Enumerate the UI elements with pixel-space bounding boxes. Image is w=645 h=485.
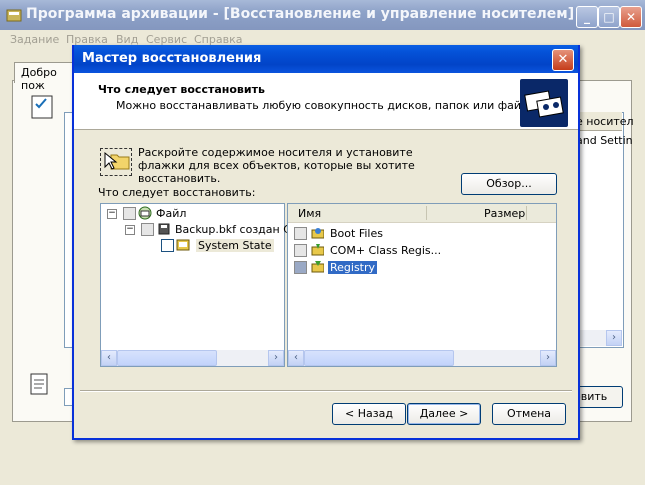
parent-title-bar: Программа архивации - [Восстановление и … [0, 0, 645, 30]
tree-hscrollbar[interactable]: ‹ › [101, 350, 284, 366]
restore-doc-icon [30, 373, 48, 395]
minimize-button[interactable]: _ [576, 6, 598, 28]
parent-column-header-text: е носител [576, 115, 634, 128]
list-item-label: COM+ Class Regis... [330, 244, 442, 257]
scroll-right-button[interactable]: › [540, 350, 556, 366]
backup-app-icon [6, 9, 22, 22]
column-separator[interactable] [526, 206, 527, 220]
parent-column-header: е носител [576, 112, 634, 131]
wizard-subheading: Можно восстанавливать любую совокупность… [116, 99, 545, 112]
list-item[interactable]: COM+ Class Regis... [288, 243, 548, 259]
list-item-label: Boot Files [330, 227, 383, 240]
parent-scrollbar[interactable]: › [576, 330, 622, 346]
tab-welcome[interactable]: Добро пож [14, 62, 76, 92]
column-name[interactable]: Имя [298, 207, 321, 220]
dialog-separator [80, 390, 572, 392]
parent-close-button[interactable]: ✕ [620, 6, 642, 28]
dialog-title-bar: Мастер восстановления ✕ [74, 45, 578, 73]
item-checkbox[interactable] [294, 244, 307, 257]
menu-job[interactable]: Задание [10, 33, 59, 46]
wizard-banner-icon [520, 79, 568, 127]
folder-pointer-icon [100, 148, 132, 176]
scroll-left-button[interactable]: ‹ [101, 350, 117, 366]
item-checkbox[interactable] [294, 227, 307, 240]
restore-tree[interactable]: − Файл − Backup.bkf создан С System Stat… [100, 203, 291, 367]
checklist-icon [31, 95, 53, 119]
parent-cell-text: and Settin [576, 134, 633, 147]
scroll-left-button[interactable]: ‹ [288, 350, 304, 366]
list-hscrollbar[interactable]: ‹ › [288, 350, 556, 366]
boot-files-icon [311, 228, 324, 239]
instructions-text: Раскройте содержимое носителя и установи… [138, 146, 415, 185]
list-header: Имя Размер [288, 204, 556, 223]
tree-item-label: Backup.bkf создан С [175, 223, 291, 236]
tab-welcome-label: Добро пож [21, 66, 57, 92]
scroll-thumb[interactable] [304, 350, 454, 366]
list-item[interactable]: Registry [288, 260, 548, 276]
cancel-button[interactable]: Отмена [492, 403, 566, 425]
dialog-title: Мастер восстановления [82, 51, 262, 66]
dialog-close-button[interactable]: ✕ [552, 49, 574, 71]
wizard-header: Что следует восстановить Можно восстанав… [74, 73, 578, 130]
restore-wizard-dialog: Мастер восстановления ✕ Что следует восс… [72, 45, 580, 440]
item-checkbox[interactable] [294, 261, 307, 274]
scroll-right-button[interactable]: › [268, 350, 284, 366]
collapse-icon[interactable]: − [107, 209, 117, 219]
collapse-icon[interactable]: − [125, 225, 135, 235]
restore-item-list[interactable]: Имя Размер Boot Files COM+ Class Regis..… [287, 203, 557, 367]
file-media-icon [138, 206, 152, 220]
system-state-icon [176, 239, 190, 251]
tree-checkbox[interactable] [141, 223, 154, 236]
back-button[interactable]: < Назад [332, 403, 406, 425]
list-item[interactable]: Boot Files [288, 226, 548, 242]
registry-icon [311, 261, 324, 273]
list-item-label: Registry [328, 261, 378, 274]
wizard-heading: Что следует восстановить [98, 83, 265, 96]
maximize-button[interactable]: □ [598, 6, 620, 28]
next-button[interactable]: Далее > [407, 403, 481, 425]
tree-item-label: System State [196, 239, 274, 252]
backup-icon [158, 223, 170, 235]
com-icon [311, 244, 324, 256]
parent-scroll-right-button[interactable]: › [606, 330, 622, 346]
column-separator[interactable] [426, 206, 427, 220]
tree-item-label: Файл [156, 207, 187, 220]
browse-button[interactable]: Обзор... [461, 173, 557, 195]
scroll-thumb[interactable] [117, 350, 217, 366]
tree-checkbox[interactable] [123, 207, 136, 220]
tree-checkbox[interactable] [161, 239, 174, 252]
what-to-restore-label: Что следует восстановить: [98, 186, 256, 199]
parent-window-title: Программа архивации - [Восстановление и … [26, 6, 575, 22]
column-size[interactable]: Размер [484, 207, 525, 220]
